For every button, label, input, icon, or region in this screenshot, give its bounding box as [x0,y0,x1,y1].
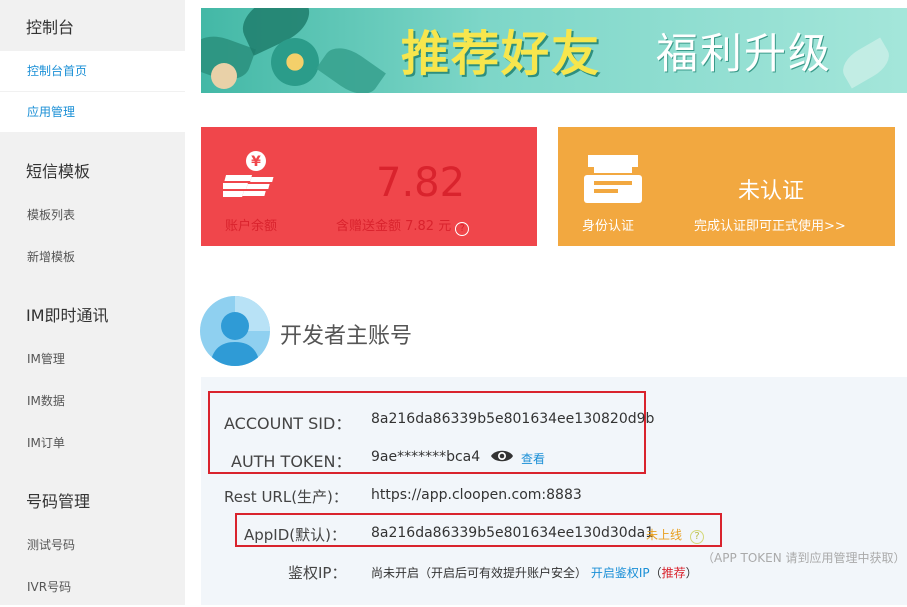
sidebar-item-console-home[interactable]: 控制台首页 [0,51,185,91]
promo-banner[interactable]: 推荐好友 福利升级 [201,8,907,93]
leaf-decoration [836,37,896,89]
question-icon[interactable]: ? [690,530,705,544]
sidebar: 控制台 控制台首页 应用管理 短信模板 模板列表 新增模板 IM即时通讯 IM管… [0,0,185,605]
flower-decoration [271,38,319,86]
id-card-icon [584,155,642,203]
appid-status: 未上线? [646,526,705,544]
app-token-note: （APP TOKEN 请到应用管理中获取） [702,551,906,565]
sidebar-item-template-list[interactable]: 模板列表 [0,195,185,235]
developer-title: 开发者主账号 [280,324,413,349]
balance-label: 账户余额 [225,219,278,234]
certification-card: 身份认证 未认证 完成认证即可正式使用>> [558,127,895,246]
sidebar-header-number: 号码管理 [26,492,91,511]
eye-icon[interactable] [490,448,514,464]
sidebar-item-im-manage[interactable]: IM管理 [0,339,185,379]
rest-url-value: https://app.cloopen.com:8883 [371,487,582,503]
sidebar-header-im: IM即时通讯 [26,306,109,325]
cert-label: 身份认证 [582,219,635,234]
avatar [200,296,270,366]
auth-ip-status: 尚未开启（开启后可有效提升账户安全） [371,566,588,580]
auth-token-value: 9ae*******bca4 [371,449,481,465]
cert-status: 未认证 [738,179,805,204]
account-sid-value: 8a216da86339b5e801634ee130820d9b [371,411,655,427]
banner-sub-text: 福利升级 [656,29,833,78]
auth-ip-row: 尚未开启（开启后可有效提升账户安全） 开启鉴权IP（推荐） [371,564,698,581]
view-token-link[interactable]: 查看 [521,450,545,467]
appid-label: AppID(默认)： [244,526,346,544]
sidebar-item-ivr-number[interactable]: IVR号码 [0,567,185,607]
recommend-tag: 推荐 [661,566,686,580]
sidebar-item-test-number[interactable]: 测试号码 [0,525,185,565]
rest-url-label: Rest URL(生产)： [224,488,348,506]
auth-ip-label: 鉴权IP： [288,564,347,582]
flower-decoration [211,63,237,89]
account-sid-label: ACCOUNT SID： [224,414,352,433]
help-icon[interactable]: ? [455,222,470,236]
sidebar-item-app-manage[interactable]: 应用管理 [0,92,185,132]
auth-token-label: AUTH TOKEN： [231,452,352,471]
balance-amount: 7.82 [376,160,466,206]
cert-link[interactable]: 完成认证即可正式使用>> [694,215,846,234]
sidebar-header-sms: 短信模板 [26,162,91,181]
appid-status-text: 未上线 [646,528,683,542]
balance-note-text: 含赠送金额 7.82 元 [336,219,452,234]
sidebar-header-console: 控制台 [26,18,75,37]
recommend-open-paren: （ [649,566,662,580]
banner-main-text: 推荐好友 [401,26,602,82]
recommend-close-paren: ） [685,566,698,580]
money-icon: ¥ [223,151,274,197]
sidebar-item-im-orders[interactable]: IM订单 [0,423,185,463]
svg-text:¥: ¥ [251,154,261,170]
balance-card: ¥ 账户余额 7.82 含赠送金额 7.82 元? [201,127,537,246]
leaf-decoration [316,39,386,93]
balance-note: 含赠送金额 7.82 元? [336,215,470,236]
appid-value: 8a216da86339b5e801634ee130d30da1 [371,525,655,541]
enable-auth-ip-link[interactable]: 开启鉴权IP [591,566,650,580]
sidebar-item-im-data[interactable]: IM数据 [0,381,185,421]
sidebar-item-new-template[interactable]: 新增模板 [0,237,185,277]
